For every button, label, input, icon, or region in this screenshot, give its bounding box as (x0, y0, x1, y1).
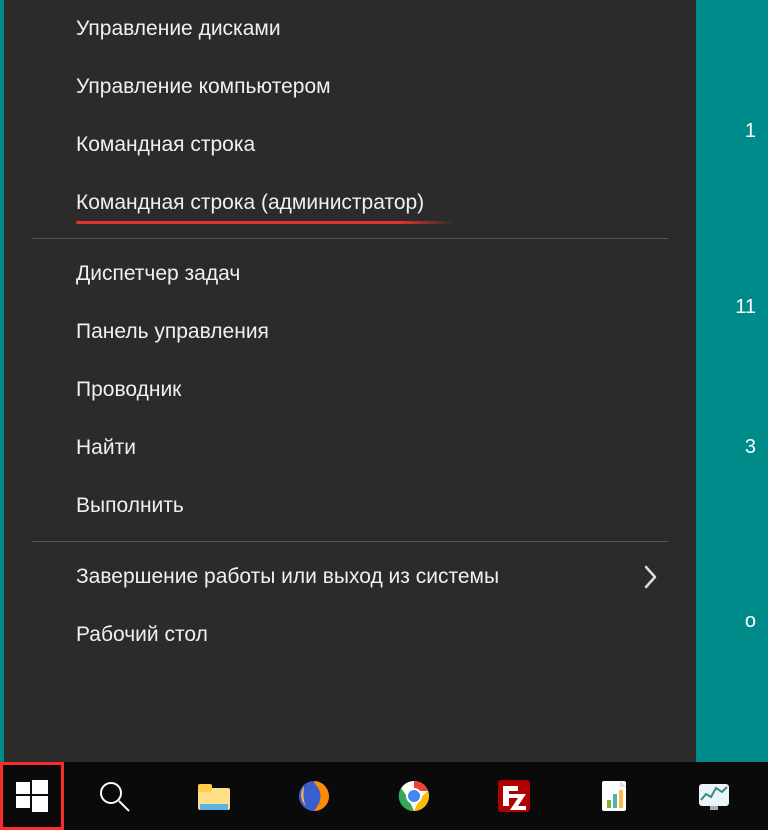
taskbar-file-explorer[interactable] (164, 762, 264, 830)
monitor-graph-icon (696, 778, 732, 814)
menu-item-label: Панель управления (76, 320, 269, 343)
menu-divider (32, 238, 668, 239)
menu-item-label: Управление компьютером (76, 75, 331, 98)
filezilla-icon (496, 778, 532, 814)
taskbar-search-button[interactable] (64, 762, 164, 830)
taskbar-app-1[interactable] (564, 762, 664, 830)
menu-item-computer-management[interactable]: Управление компьютером (4, 58, 696, 116)
menu-item-label: Завершение работы или выход из системы (76, 565, 499, 588)
search-icon (97, 779, 131, 813)
desktop-fragment: 1 (745, 120, 756, 143)
menu-item-label: Командная строка (администратор) (76, 191, 424, 214)
menu-item-shutdown-signout[interactable]: Завершение работы или выход из системы (4, 548, 696, 606)
folder-icon (196, 778, 232, 814)
menu-item-file-explorer[interactable]: Проводник (4, 361, 696, 419)
annotation-start-highlight (0, 762, 64, 830)
menu-item-label: Командная строка (76, 133, 255, 156)
menu-item-search[interactable]: Найти (4, 419, 696, 477)
menu-item-disk-management[interactable]: Управление дисками (4, 0, 696, 58)
menu-item-control-panel[interactable]: Панель управления (4, 303, 696, 361)
menu-item-task-manager[interactable]: Диспетчер задач (4, 245, 696, 303)
menu-item-label: Найти (76, 436, 136, 459)
firefox-icon (296, 778, 332, 814)
desktop-fragment: о (745, 610, 756, 633)
menu-divider (32, 541, 668, 542)
taskbar-firefox[interactable] (264, 762, 364, 830)
menu-item-command-prompt-admin[interactable]: Командная строка (администратор) (4, 174, 696, 232)
taskbar-filezilla[interactable] (464, 762, 564, 830)
document-chart-icon (596, 778, 632, 814)
windows-logo-icon (16, 780, 48, 812)
chrome-icon (396, 778, 432, 814)
chevron-right-icon (644, 565, 658, 589)
start-button[interactable] (16, 780, 48, 812)
taskbar-chrome[interactable] (364, 762, 464, 830)
taskbar-app-2[interactable] (664, 762, 764, 830)
annotation-underline (76, 221, 456, 224)
winx-context-menu: Управление дисками Управление компьютеро… (4, 0, 696, 762)
menu-item-label: Управление дисками (76, 17, 281, 40)
menu-item-label: Выполнить (76, 494, 184, 517)
menu-item-run[interactable]: Выполнить (4, 477, 696, 535)
menu-item-command-prompt[interactable]: Командная строка (4, 116, 696, 174)
taskbar (0, 762, 768, 830)
desktop-fragment: 3 (745, 436, 756, 459)
menu-item-label: Проводник (76, 378, 181, 401)
menu-item-label: Рабочий стол (76, 623, 208, 646)
desktop-fragment: 11 (735, 296, 756, 319)
menu-item-desktop[interactable]: Рабочий стол (4, 606, 696, 664)
menu-item-label: Диспетчер задач (76, 262, 240, 285)
